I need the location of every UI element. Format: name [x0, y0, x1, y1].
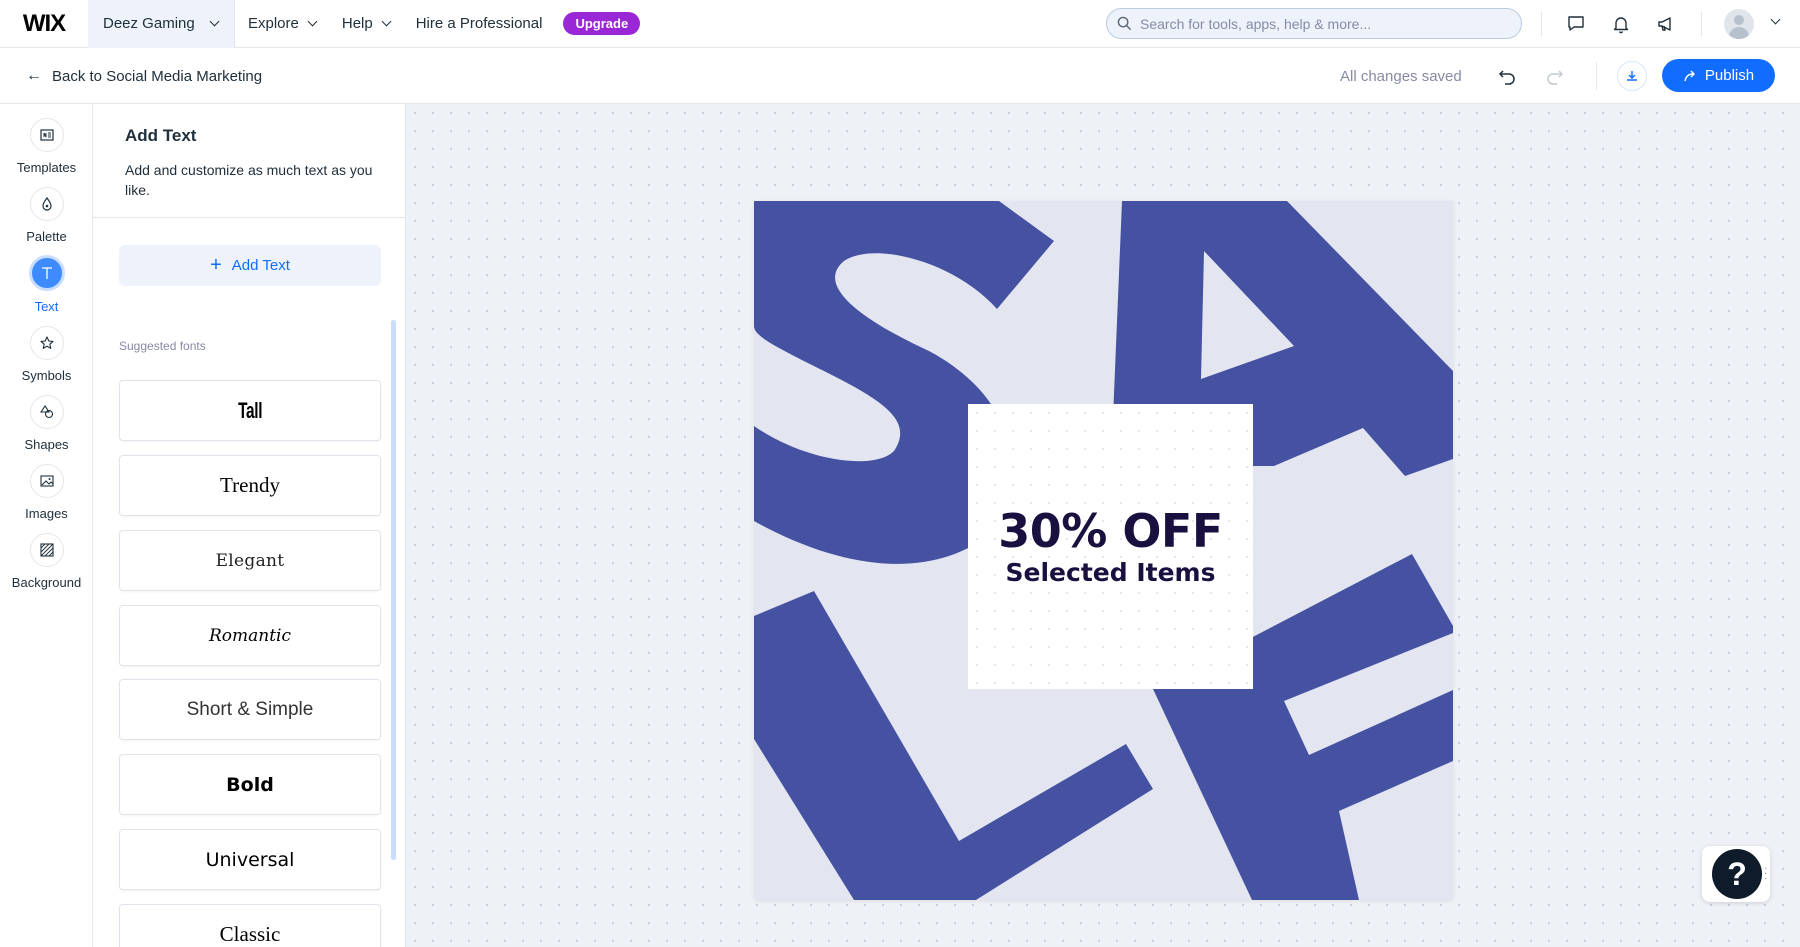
background-icon — [29, 533, 64, 567]
download-button[interactable] — [1617, 61, 1647, 91]
plus-icon: + — [210, 254, 222, 276]
avatar-head — [1734, 15, 1744, 25]
help-button[interactable]: ? — [1712, 849, 1762, 899]
publish-label: Publish — [1704, 67, 1755, 84]
rail-item-shapes[interactable]: Shapes — [0, 395, 93, 463]
font-card-label: Tall — [237, 397, 262, 423]
avatar[interactable] — [1724, 9, 1754, 39]
panel-description: Add and customize as much text as you li… — [125, 162, 373, 198]
promo-subheadline[interactable]: Selected Items — [1006, 558, 1216, 587]
rail-label: Templates — [16, 160, 77, 175]
question-mark-icon: ? — [1727, 855, 1747, 892]
rail-label: Images — [25, 506, 68, 521]
add-text-panel: Add Text Add and customize as much text … — [93, 104, 406, 947]
font-card-trendy[interactable]: Trendy — [119, 455, 381, 516]
nav-explore[interactable]: Explore — [235, 0, 329, 48]
download-icon — [1627, 71, 1637, 81]
font-card-elegant[interactable]: Elegant — [119, 530, 381, 591]
shapes-icon — [29, 395, 64, 429]
nav-help[interactable]: Help — [329, 0, 403, 48]
save-status: All changes saved — [1340, 68, 1462, 85]
star-icon — [29, 326, 64, 360]
chat-icon[interactable] — [1562, 10, 1590, 38]
rail-item-palette[interactable]: Palette — [0, 187, 93, 255]
nav-help-label: Help — [341, 15, 373, 32]
rail-label: Palette — [26, 229, 67, 244]
add-text-button[interactable]: + Add Text — [119, 245, 381, 286]
chevron-down-icon — [381, 16, 392, 27]
font-card-label: Romantic — [208, 625, 292, 646]
rail-item-images[interactable]: Images — [0, 464, 93, 532]
redo-icon[interactable] — [1541, 62, 1569, 90]
arrow-left-icon: ← — [26, 67, 42, 84]
chevron-down-icon[interactable] — [1770, 14, 1781, 25]
divider — [1596, 62, 1597, 90]
font-card-short-simple[interactable]: Short & Simple — [119, 679, 381, 740]
site-name: Deez Gaming — [103, 15, 195, 32]
add-text-label: Add Text — [231, 257, 290, 274]
templates-icon — [29, 118, 64, 152]
wix-logo[interactable]: WIX — [0, 0, 88, 48]
panel-title: Add Text — [125, 126, 197, 145]
font-card-tall[interactable]: Tall — [119, 380, 381, 441]
text-icon — [28, 255, 65, 291]
megaphone-icon[interactable] — [1652, 10, 1680, 38]
search-input[interactable] — [1140, 15, 1500, 32]
promo-box[interactable]: 30% OFF Selected Items — [968, 404, 1253, 689]
nav-hire-professional[interactable]: Hire a Professional — [403, 0, 556, 48]
back-label: Back to Social Media Marketing — [52, 67, 263, 85]
font-card-label: Elegant — [215, 550, 285, 571]
divider — [1541, 12, 1542, 36]
font-card-label: Trendy — [220, 473, 280, 497]
rail-label: Background — [11, 575, 82, 590]
top-bar: WIX Deez Gaming Explore Help Hire a Prof… — [0, 0, 1800, 48]
nav-explore-label: Explore — [248, 15, 299, 32]
undo-icon[interactable] — [1493, 62, 1521, 90]
rail-label: Symbols — [21, 368, 72, 383]
bell-icon[interactable] — [1607, 10, 1635, 38]
font-card-label: Bold — [226, 773, 274, 796]
divider — [1701, 12, 1702, 36]
suggested-fonts-label: Suggested fonts — [119, 339, 206, 353]
site-selector[interactable]: Deez Gaming — [88, 0, 235, 48]
left-rail: Templates Palette Text Symbols Shapes Im… — [0, 104, 93, 947]
font-card-label: Short & Simple — [186, 698, 314, 720]
promo-headline[interactable]: 30% OFF — [998, 506, 1223, 557]
panel-scrollbar[interactable] — [391, 320, 396, 860]
search-icon — [1117, 16, 1132, 31]
drag-handle-icon[interactable]: · · · — [1764, 864, 1767, 884]
rail-item-text[interactable]: Text — [0, 255, 93, 323]
font-card-label: Universal — [205, 848, 295, 871]
search-bar[interactable] — [1106, 8, 1522, 39]
publish-button[interactable]: Publish — [1662, 59, 1775, 92]
chevron-down-icon — [209, 16, 220, 27]
share-arrow-icon — [1684, 70, 1695, 81]
design-artboard[interactable]: 30% OFF Selected Items — [754, 201, 1453, 900]
rail-item-symbols[interactable]: Symbols — [0, 326, 93, 394]
font-card-label: Classic — [219, 922, 281, 946]
palette-icon — [29, 187, 64, 221]
avatar-body — [1729, 27, 1749, 39]
font-card-bold[interactable]: Bold — [119, 754, 381, 815]
image-icon — [29, 464, 64, 498]
rail-item-background[interactable]: Background — [0, 533, 93, 601]
divider — [93, 217, 405, 218]
font-card-universal[interactable]: Universal — [119, 829, 381, 890]
upgrade-button[interactable]: Upgrade — [563, 12, 641, 35]
chevron-down-icon — [307, 16, 318, 27]
rail-label: Shapes — [24, 437, 69, 452]
editor-subbar: ← Back to Social Media Marketing All cha… — [0, 48, 1800, 104]
rail-item-templates[interactable]: Templates — [0, 118, 93, 186]
back-link[interactable]: ← Back to Social Media Marketing — [26, 67, 262, 85]
font-card-romantic[interactable]: Romantic — [119, 605, 381, 666]
rail-label: Text — [34, 299, 59, 314]
font-card-classic[interactable]: Classic — [119, 904, 381, 947]
